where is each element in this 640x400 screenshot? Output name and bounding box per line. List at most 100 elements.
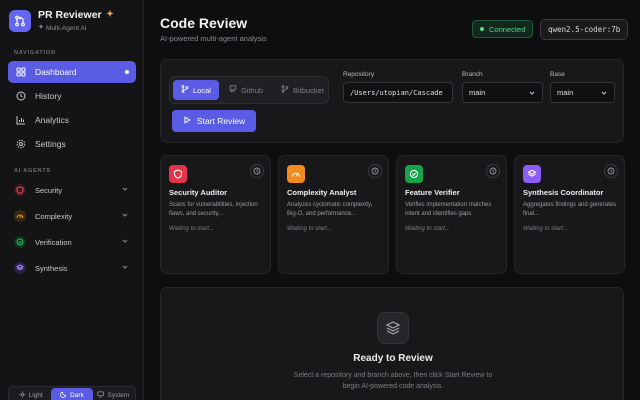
theme-light-option[interactable]: Light [10, 388, 51, 400]
github-icon [229, 85, 237, 95]
agent-card-title: Security Auditor [169, 188, 228, 197]
chevron-down-icon [600, 89, 608, 99]
agent-card-status: Waiting to start... [523, 226, 568, 232]
analytics-icon [15, 114, 27, 126]
start-review-button[interactable]: Start Review [172, 110, 256, 132]
model-chip[interactable]: qwen2.5-coder:7b [540, 19, 629, 40]
agent-label: Verification [35, 237, 72, 247]
agents-section-label: AI AGENTS [14, 168, 51, 174]
agent-card-description: Analyzes cyclomatic complexity, Big-O, a… [287, 202, 373, 217]
brand[interactable]: PR Reviewer Multi-Agent AI [9, 9, 114, 32]
theme-dark-option[interactable]: Dark [51, 388, 93, 400]
agent-card-title: Feature Verifier [405, 188, 460, 197]
source-label: Local [193, 85, 211, 95]
gauge-icon [14, 210, 26, 222]
agent-card-synthesis-coordinator[interactable]: Synthesis Coordinator Aggregates finding… [514, 155, 625, 274]
sidebar-agent-security[interactable]: Security [8, 180, 136, 200]
page-subtitle: AI-powered multi-agent analysis [160, 34, 267, 43]
branch-label: Branch [462, 71, 483, 78]
nav-item-dashboard[interactable]: Dashboard [8, 61, 136, 83]
source-bitbucket-button[interactable]: Bitbucket [273, 80, 332, 100]
bitbucket-icon [281, 85, 289, 95]
agent-label: Complexity [35, 211, 73, 221]
nav-item-history[interactable]: History [8, 85, 136, 107]
play-icon [183, 116, 191, 126]
repository-input[interactable]: /Users/utopian/Cascade [343, 82, 453, 103]
source-github-button[interactable]: Github [221, 80, 271, 100]
app-subtitle: Multi-Agent AI [46, 24, 87, 32]
agent-card-title: Complexity Analyst [287, 188, 357, 197]
agent-label: Synthesis [35, 263, 68, 273]
moon-icon [60, 391, 67, 400]
sparkle-icon [106, 9, 114, 21]
layers-icon [377, 312, 409, 344]
start-review-label: Start Review [196, 116, 246, 126]
layers-icon [523, 165, 541, 183]
agent-card-description: Aggregates findings and generates final.… [523, 202, 617, 217]
agent-card-description: Scans for vulnerabilities, injection fla… [169, 202, 258, 217]
theme-switch: Light Dark System [8, 386, 136, 400]
nav-item-settings[interactable]: Settings [8, 133, 136, 155]
base-select[interactable]: main [550, 82, 615, 103]
sidebar-agent-complexity[interactable]: Complexity [8, 206, 136, 226]
agent-card-complexity-analyst[interactable]: Complexity Analyst Analyzes cyclomatic c… [278, 155, 389, 274]
sidebar-agent-synthesis[interactable]: Synthesis [8, 258, 136, 278]
chevron-down-icon [528, 89, 536, 99]
agent-card-feature-verifier[interactable]: Feature Verifier Verifies implementation… [396, 155, 507, 274]
history-icon [15, 90, 27, 102]
clock-icon [250, 164, 264, 178]
nav-label: History [35, 91, 62, 101]
nav-label: Analytics [35, 115, 70, 125]
agent-card-title: Synthesis Coordinator [523, 188, 604, 197]
theme-label: Light [28, 391, 43, 399]
pull-request-logo-icon [9, 9, 31, 32]
review-setup-panel: Local Github Bitbucket Start Review Repo… [160, 59, 624, 143]
main-content: Code Review AI-powered multi-agent analy… [144, 0, 640, 400]
theme-label: Dark [70, 391, 84, 399]
nav-label: Dashboard [35, 67, 77, 77]
status-text: Connected [489, 24, 526, 34]
nav-label: Settings [35, 139, 66, 149]
status-dot-icon [480, 27, 484, 31]
agent-label: Security [35, 185, 63, 195]
chevron-down-icon [121, 185, 129, 195]
page-title: Code Review [160, 15, 248, 31]
agent-card-security-auditor[interactable]: Security Auditor Scans for vulnerabiliti… [160, 155, 271, 274]
dashboard-icon [15, 66, 27, 78]
gauge-icon [287, 165, 305, 183]
chevron-down-icon [121, 211, 129, 221]
shield-icon [14, 184, 26, 196]
agent-card-status: Waiting to start... [405, 226, 450, 232]
navigation-section-label: NAVIGATION [14, 50, 56, 56]
sparkle-small-icon [38, 24, 44, 32]
source-label: Bitbucket [293, 85, 324, 95]
nav-item-analytics[interactable]: Analytics [8, 109, 136, 131]
check-circle-icon [14, 236, 26, 248]
sun-icon [18, 390, 26, 400]
base-label: Base [550, 71, 565, 78]
clock-icon [604, 164, 618, 178]
sidebar-agent-verification[interactable]: Verification [8, 232, 136, 252]
source-toggle: Local Github Bitbucket [169, 76, 329, 104]
source-local-button[interactable]: Local [173, 80, 219, 100]
source-label: Github [240, 85, 264, 95]
layers-icon [14, 262, 26, 274]
active-indicator [125, 70, 129, 74]
gear-icon [15, 138, 27, 150]
clock-icon [368, 164, 382, 178]
branch-select[interactable]: main [462, 82, 543, 103]
sidebar: PR Reviewer Multi-Agent AI NAVIGATION Da… [0, 0, 144, 400]
check-circle-icon [405, 165, 423, 183]
shield-icon [169, 165, 187, 183]
branch-value: main [469, 88, 486, 97]
app-name: PR Reviewer [38, 9, 102, 21]
branch-icon [181, 85, 189, 95]
monitor-icon [97, 390, 105, 400]
connection-status-badge: Connected [472, 20, 534, 38]
theme-label: System [107, 391, 130, 399]
ready-panel: Ready to Review Select a repository and … [160, 287, 624, 400]
repository-label: Repository [343, 71, 375, 78]
theme-system-option[interactable]: System [93, 388, 134, 400]
agent-card-description: Verifies implementation matches intent a… [405, 202, 492, 217]
base-value: main [557, 88, 574, 97]
